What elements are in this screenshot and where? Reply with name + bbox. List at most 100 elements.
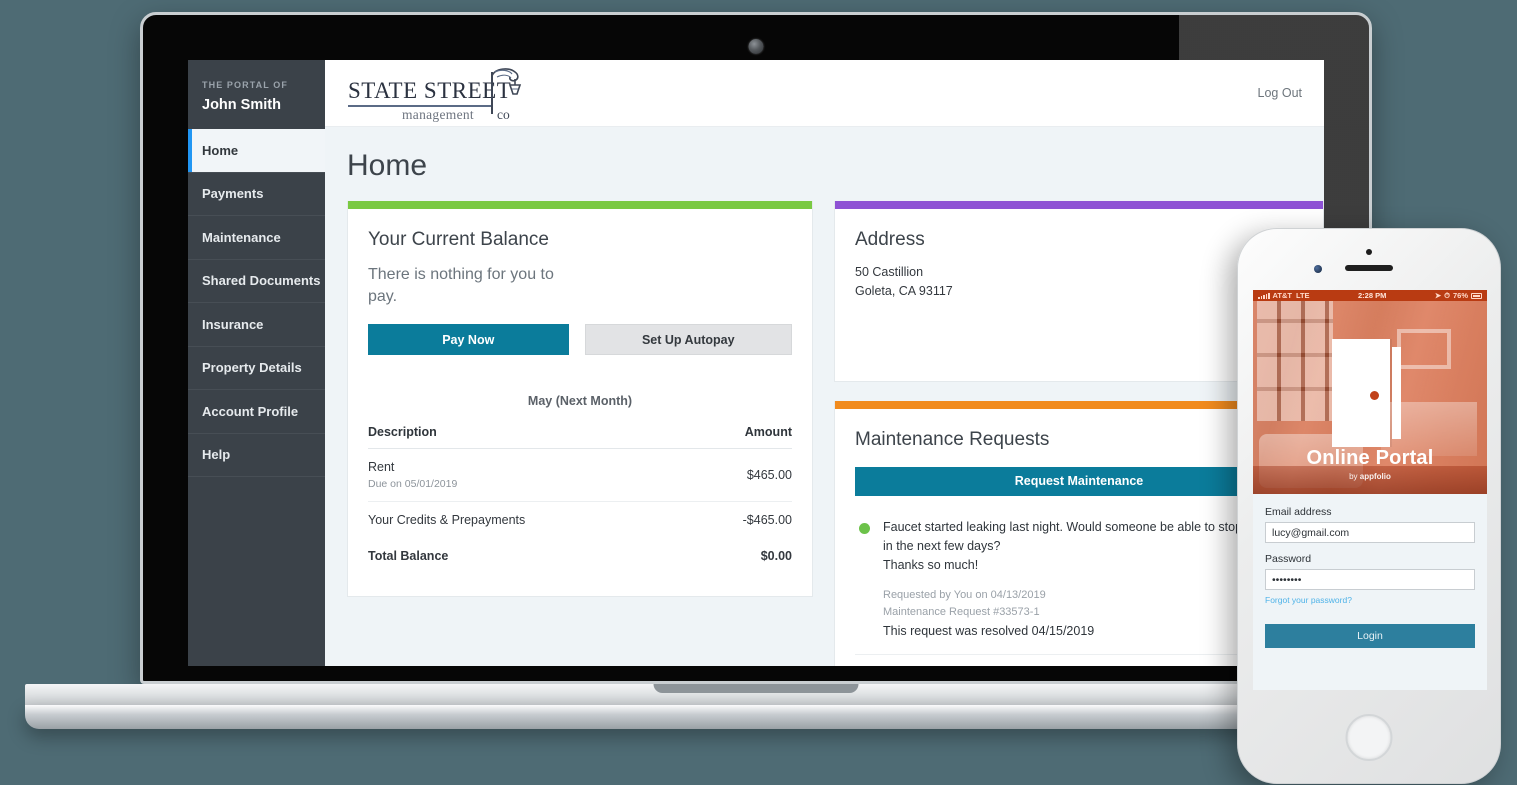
door-knob <box>1370 391 1379 400</box>
address-card-title: Address <box>855 229 925 250</box>
left-column: Your Current Balance There is nothing fo… <box>347 201 813 666</box>
request-number: Maintenance Request #33573-1 <box>883 605 1040 618</box>
splash-subtitle-prefix: by <box>1349 472 1360 481</box>
signal-bars-icon <box>1258 292 1270 299</box>
carrier-label: AT&T <box>1272 291 1292 300</box>
sidebar-item-label: Maintenance <box>202 229 281 245</box>
forgot-password-link[interactable]: Forgot your password? <box>1265 595 1475 605</box>
webcam-icon <box>748 39 764 54</box>
maintenance-card-title: Maintenance Requests <box>855 428 1050 450</box>
clock-label: 2:28 PM <box>1358 291 1387 300</box>
laptop-bezel: THE PORTAL OF John Smith Home Payments M… <box>140 12 1372 684</box>
main-content: STATE STREET management co Log Out Home … <box>325 60 1324 666</box>
sidebar-user-name: John Smith <box>202 97 281 113</box>
row-description: Your Credits & Prepayments <box>368 513 526 528</box>
dashboard-cards: Your Current Balance There is nothing fo… <box>325 201 1324 666</box>
login-button[interactable]: Login <box>1265 624 1475 648</box>
top-bar: STATE STREET management co Log Out <box>325 60 1324 127</box>
phone-device: AT&T LTE 2:28 PM ➤ ⏱ 76% Online Portal b… <box>1237 228 1501 784</box>
open-door-icon <box>1332 339 1408 447</box>
laptop-base-notch <box>653 684 859 693</box>
sidebar-item-label: Property Details <box>202 360 302 376</box>
sidebar-item-maintenance[interactable]: Maintenance <box>188 216 325 260</box>
balance-message: There is nothing for you to pay. <box>368 266 554 305</box>
address-line-2: Goleta, CA 93117 <box>855 283 953 298</box>
column-header-amount: Amount <box>690 425 792 450</box>
card-accent-bar <box>835 201 1323 209</box>
email-field[interactable]: lucy@gmail.com <box>1265 522 1475 543</box>
table-row: Your Credits & Prepayments -$465.00 <box>368 502 792 539</box>
maintenance-card-footer <box>855 653 1303 666</box>
row-due-date: Due on 05/01/2019 <box>368 478 458 491</box>
phone-login-form: Email address lucy@gmail.com Password ••… <box>1253 494 1487 648</box>
laptop-screen: THE PORTAL OF John Smith Home Payments M… <box>188 60 1324 666</box>
sidebar-item-payments[interactable]: Payments <box>188 173 325 216</box>
status-dot-icon <box>859 522 870 534</box>
sidebar-item-label: Help <box>202 447 231 463</box>
splash-brand: appfolio <box>1359 472 1391 481</box>
logo-sub-text: management <box>402 107 474 122</box>
sidebar-item-label: Insurance <box>202 316 264 332</box>
address-line-1: 50 Castillion <box>855 265 924 279</box>
sidebar-item-account-profile[interactable]: Account Profile <box>188 390 325 434</box>
request-resolved-text: This request was resolved 04/15/2019 <box>883 623 1095 638</box>
balance-card-body: Your Current Balance There is nothing fo… <box>348 209 812 596</box>
sidebar-item-shared-documents[interactable]: Shared Documents <box>188 260 325 303</box>
logo-sub-text-2: co <box>497 107 510 122</box>
street-lamp-icon <box>491 68 522 95</box>
sidebar-item-insurance[interactable]: Insurance <box>188 303 325 347</box>
sidebar-item-label: Payments <box>202 186 264 202</box>
door-panel <box>1332 339 1390 447</box>
column-header-description: Description <box>368 425 691 450</box>
status-right-group: ➤ ⏱ 76% <box>1435 291 1482 301</box>
balance-table: Description Amount Rent Due on 05/01/201… <box>368 425 792 574</box>
maintenance-request-item[interactable]: Faucet started leaking last night. Would… <box>855 518 1303 638</box>
splash-title: Online Portal <box>1306 447 1434 469</box>
phone-speaker-icon <box>1345 265 1393 271</box>
scene: THE PORTAL OF John Smith Home Payments M… <box>0 0 1517 785</box>
table-row: Rent Due on 05/01/2019 $465.00 <box>368 448 792 503</box>
sidebar-item-help[interactable]: Help <box>188 434 325 477</box>
alarm-clock-icon: ⏱ <box>1444 290 1450 300</box>
row-description: Rent Due on 05/01/2019 <box>368 448 691 503</box>
pay-now-button[interactable]: Pay Now <box>368 324 569 356</box>
row-amount: $465.00 <box>690 448 792 503</box>
sidebar-item-property-details[interactable]: Property Details <box>188 347 325 390</box>
sidebar-kicker: THE PORTAL OF <box>202 80 288 90</box>
request-text-line-1: Faucet started leaking last night. Would… <box>883 519 1270 534</box>
balance-card-title: Your Current Balance <box>368 229 549 250</box>
form-spacer <box>1265 543 1475 553</box>
sidebar-header: THE PORTAL OF John Smith <box>188 60 325 129</box>
request-maintenance-button[interactable]: Request Maintenance <box>855 466 1303 496</box>
password-field[interactable]: •••••••• <box>1265 569 1475 590</box>
sidebar: THE PORTAL OF John Smith Home Payments M… <box>188 60 325 666</box>
row-amount: $0.00 <box>760 549 792 564</box>
network-label: LTE <box>1295 291 1310 300</box>
card-accent-bar <box>348 201 812 209</box>
phone-home-button[interactable] <box>1345 714 1393 761</box>
logout-link[interactable]: Log Out <box>1258 86 1302 100</box>
address-card-spacer <box>855 301 1303 359</box>
window-graphic <box>1257 301 1333 421</box>
phone-status-bar: AT&T LTE 2:28 PM ➤ ⏱ 76% <box>1253 290 1487 301</box>
company-logo[interactable]: STATE STREET management co <box>345 64 535 122</box>
password-label: Password <box>1265 553 1312 565</box>
current-balance-card: Your Current Balance There is nothing fo… <box>347 201 813 598</box>
door-edge <box>1392 347 1401 439</box>
phone-camera-icon <box>1366 249 1372 255</box>
sidebar-item-label: Home <box>202 142 239 158</box>
row-amount: -$465.00 <box>742 513 792 528</box>
battery-icon <box>1471 292 1482 299</box>
phone-screen: AT&T LTE 2:28 PM ➤ ⏱ 76% Online Portal b… <box>1253 290 1487 690</box>
phone-splash-image: Online Portal by appfolio <box>1253 301 1487 494</box>
request-text-line-2: in the next few days? <box>883 538 1001 553</box>
page-title: Home <box>347 149 428 182</box>
row-description-text: Rent <box>368 460 395 475</box>
set-up-autopay-button[interactable]: Set Up Autopay <box>584 324 792 356</box>
row-description: Total Balance <box>368 549 449 564</box>
sidebar-item-label: Account Profile <box>202 403 299 419</box>
sidebar-item-home[interactable]: Home <box>188 129 325 173</box>
battery-percent-label: 76% <box>1452 291 1468 300</box>
location-arrow-icon: ➤ <box>1434 291 1442 300</box>
phone-sensor-icon <box>1314 265 1322 273</box>
